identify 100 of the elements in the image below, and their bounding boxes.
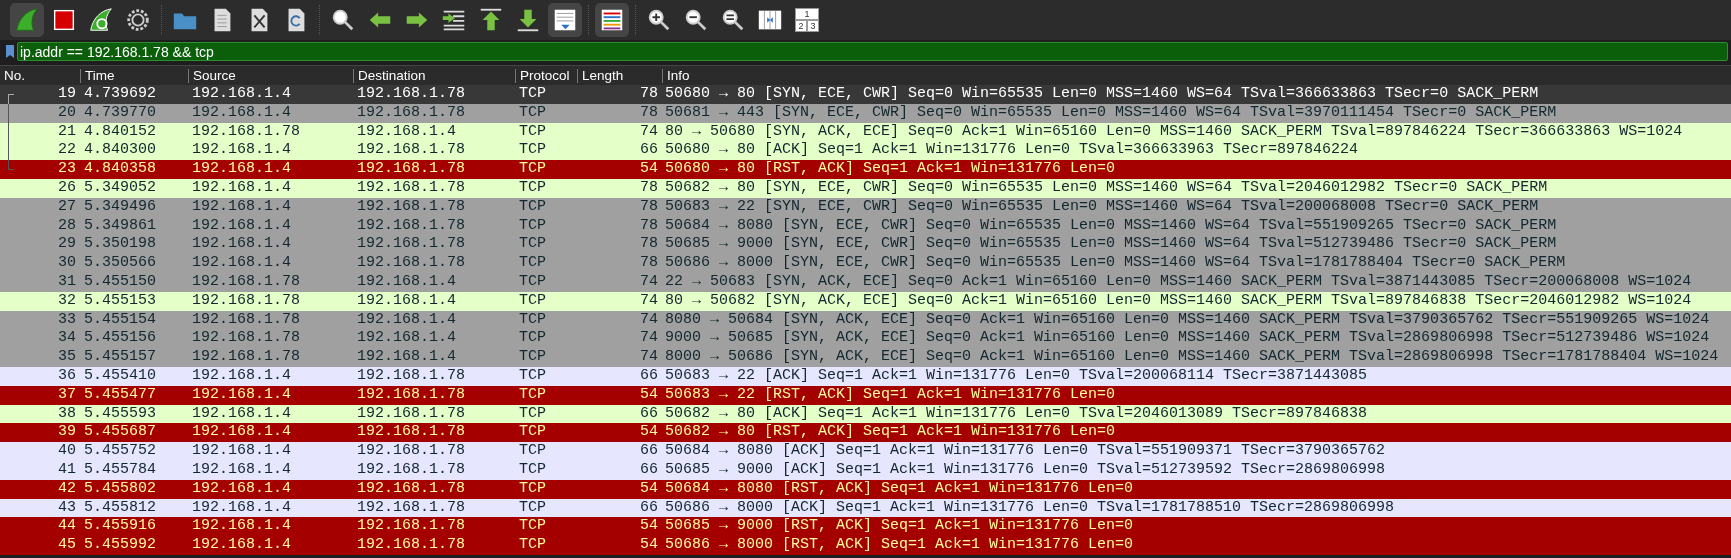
table-cell-text: 66 (639, 366, 659, 386)
table-cell: 19 (58, 85, 76, 104)
table-cell-text: 192.168.1.78 (356, 160, 467, 179)
table-cell: 29 (58, 235, 76, 255)
table-cell-text: 5.455812 (83, 498, 157, 518)
packet-row[interactable]: 40 5.455752 192.168.1.4 192.168.1.78 TCP 66 50684 → 8080 [ACK] Seq=1 Ack=1 Win=131776 Len=0 TSval=551909371 TSecr=3790365762 (0, 442, 1731, 461)
table-cell-text: 50686 → 8000 [RST, ACK] Seq=1 Ack=1 Win=131776 Len=0 (664, 536, 1135, 555)
table-cell: 44 (58, 517, 76, 537)
table-cell-text: 50685 → 9000 [ACK] Seq=1 Ack=1 Win=131776 Len=0 TSval=512739592 TSecr=2869806998 (664, 460, 1387, 480)
table-cell-text: 192.168.1.78 (191, 291, 302, 311)
table-cell-text: 66 (639, 404, 659, 424)
display-filter-field[interactable]: ip.addr == 192.168.1.78 && tcp (17, 42, 1728, 61)
table-cell-text: TCP (518, 366, 547, 386)
packet-row[interactable]: 35 5.455157 192.168.1.78 192.168.1.4 TCP 74 8000 → 50686 [SYN, ACK, ECE] Seq=0 Ack=1 Win=65160 Len=0 MSS=1460 SACK_PERM TSval=2869806998 TSecr=1781788404 WS=1024 (0, 348, 1731, 367)
packet-row[interactable]: 19 4.739692 192.168.1.4 192.168.1.78 TCP 78 50680 → 80 [SYN, ECE, CWR] Seq=0 Win=65535 Len=0 MSS=1460 WS=64 TSval=366633863 TSecr=0 SACK_PERM (0, 85, 1731, 104)
table-cell-text: 192.168.1.4 (356, 291, 458, 311)
bookmark-icon[interactable] (6, 45, 14, 58)
table-cell-text: 80 → 50680 [SYN, ACK, ECE] Seq=0 Ack=1 Win=65160 Len=0 MSS=1460 SACK_PERM TSval=897846224 TSecr=366633863 WS=1024 (664, 122, 1684, 142)
table-cell-text: 192.168.1.78 (356, 179, 467, 198)
packet-row[interactable]: 39 5.455687 192.168.1.4 192.168.1.78 TCP 54 50682 → 80 [RST, ACK] Seq=1 Ack=1 Win=131776 Len=0 (0, 423, 1731, 443)
table-cell-text: 50684 → 8080 [ACK] Seq=1 Ack=1 Win=131776 Len=0 TSval=551909371 TSecr=3790365762 (664, 442, 1387, 461)
table-cell-text: 192.168.1.78 (356, 216, 467, 236)
table-cell-text: 192.168.1.78 (356, 423, 467, 443)
packet-row[interactable]: 23 4.840358 192.168.1.4 192.168.1.78 TCP 54 50680 → 80 [RST, ACK] Seq=1 Ack=1 Win=131776 Len=0 (0, 160, 1731, 179)
table-cell-text: 54 (639, 160, 659, 179)
table-cell-text: 5.455477 (83, 385, 157, 405)
table-cell-text: 78 (639, 197, 659, 217)
column-header[interactable]: Length (577, 68, 662, 83)
table-cell-text: 192.168.1.4 (356, 272, 458, 292)
packet-row[interactable]: 29 5.350198 192.168.1.4 192.168.1.78 TCP 78 50685 → 9000 [SYN, ECE, CWR] Seq=0 Win=65535 Len=0 MSS=1460 WS=64 TSval=512739486 TSecr=0 SACK_PERM (0, 235, 1731, 255)
packet-row[interactable]: 30 5.350566 192.168.1.4 192.168.1.78 TCP 78 50686 → 8000 [SYN, ECE, CWR] Seq=0 Win=65535 Len=0 MSS=1460 WS=64 TSval=1781788404 TSecr=0 SACK_PERM (0, 254, 1731, 273)
table-cell-text: 192.168.1.78 (356, 197, 467, 217)
table-cell-text: 50682 → 80 [RST, ACK] Seq=1 Ack=1 Win=131776 Len=0 (664, 423, 1117, 443)
table-cell-text: 80 → 50682 [SYN, ACK, ECE] Seq=0 Ack=1 Win=65160 Len=0 MSS=1460 SACK_PERM TSval=897846838 TSecr=2046012982 WS=1024 (664, 291, 1693, 311)
table-cell: 35 (58, 348, 76, 367)
table-cell-text: 192.168.1.4 (356, 122, 458, 142)
table-cell-text: TCP (518, 272, 547, 292)
table-cell-text: 192.168.1.78 (191, 310, 302, 330)
table-cell-text: TCP (518, 385, 547, 405)
table-cell-text: 50680 → 80 [ACK] Seq=1 Ack=1 Win=131776 Len=0 TSval=366633963 TSecr=897846224 (664, 141, 1360, 161)
table-cell-text: 5.455150 (83, 272, 157, 292)
table-cell-text: 8000 → 50686 [SYN, ACK, ECE] Seq=0 Ack=1 Win=65160 Len=0 MSS=1460 SACK_PERM TSval=2869806998 TSecr=1781788404 WS=1024 (664, 348, 1720, 367)
table-cell-text: TCP (518, 85, 547, 104)
table-cell-text: TCP (518, 329, 547, 349)
table-cell-text: TCP (518, 235, 547, 255)
column-header[interactable]: Info (662, 68, 1731, 83)
table-cell-text: TCP (518, 179, 547, 198)
table-cell-text: 5.455992 (83, 536, 157, 555)
table-cell-text: 74 (639, 329, 659, 349)
table-cell-text: 192.168.1.78 (356, 235, 467, 255)
toolbar-button[interactable] (548, 3, 582, 37)
table-cell-text: TCP (518, 197, 547, 217)
table-cell-text: TCP (518, 141, 547, 161)
table-cell-text: 192.168.1.78 (191, 329, 302, 349)
table-cell: 37 (58, 385, 76, 405)
table-cell: 26 (58, 179, 76, 198)
column-header[interactable]: Time (80, 68, 188, 83)
table-cell-text: 192.168.1.4 (191, 498, 293, 518)
column-header[interactable]: No. (0, 68, 80, 83)
table-cell-text: 192.168.1.4 (356, 310, 458, 330)
table-cell: 41 (58, 460, 76, 480)
packet-row[interactable]: 44 5.455916 192.168.1.4 192.168.1.78 TCP 54 50685 → 9000 [RST, ACK] Seq=1 Ack=1 Win=131776 Len=0 (0, 517, 1731, 537)
table-cell-text: 192.168.1.4 (191, 235, 293, 255)
table-cell-text: 9000 → 50685 [SYN, ACK, ECE] Seq=0 Ack=1 Win=65160 Len=0 MSS=1460 SACK_PERM TSval=2869806998 TSecr=512739486 WS=1024 (664, 329, 1711, 349)
column-header[interactable]: Source (188, 68, 353, 83)
table-cell-text: 4.739692 (83, 85, 157, 104)
toolbar-button[interactable] (595, 3, 629, 37)
table-cell-text: 74 (639, 310, 659, 330)
column-header[interactable]: Destination (353, 68, 515, 83)
table-cell: 23 (58, 160, 76, 179)
table-cell-text: 192.168.1.78 (356, 141, 467, 161)
packet-row[interactable]: 22 4.840300 192.168.1.4 192.168.1.78 TCP 66 50680 → 80 [ACK] Seq=1 Ack=1 Win=131776 Len=0 TSval=366633963 TSecr=897846224 (0, 141, 1731, 161)
table-cell-text: 78 (639, 254, 659, 273)
table-cell: 40 (58, 442, 76, 461)
table-cell-text: 50683 → 22 [RST, ACK] Seq=1 Ack=1 Win=131776 Len=0 (664, 385, 1117, 405)
table-cell-text: TCP (518, 291, 547, 311)
table-cell-text: 54 (639, 536, 659, 555)
table-cell-text: TCP (518, 479, 547, 499)
table-cell: 32 (58, 291, 76, 311)
table-cell-text: TCP (518, 348, 547, 367)
table-cell-text: 54 (639, 479, 659, 499)
table-cell-text: TCP (518, 254, 547, 273)
column-header[interactable]: Protocol (515, 68, 577, 83)
table-cell-text: 192.168.1.4 (191, 442, 293, 461)
table-cell-text: 74 (639, 348, 659, 367)
packet-row[interactable]: 34 5.455156 192.168.1.78 192.168.1.4 TCP 74 9000 → 50685 [SYN, ACK, ECE] Seq=0 Ack=1 Win=65160 Len=0 MSS=1460 SACK_PERM TSval=2869806998 TSecr=512739486 WS=1024 (0, 329, 1731, 349)
table-cell-text: 192.168.1.4 (191, 517, 293, 537)
table-cell-text: 192.168.1.78 (191, 272, 302, 292)
table-cell-text: 192.168.1.78 (356, 536, 467, 555)
table-cell-text: TCP (518, 404, 547, 424)
table-cell-text: 4.840358 (83, 160, 157, 179)
table-cell-text: 50682 → 80 [ACK] Seq=1 Ack=1 Win=131776 Len=0 TSval=2046013089 TSecr=897846838 (664, 404, 1369, 424)
packet-row[interactable]: 45 5.455992 192.168.1.4 192.168.1.78 TCP 54 50686 → 8000 [RST, ACK] Seq=1 Ack=1 Win=131776 Len=0 (0, 536, 1731, 555)
table-cell-text: 50683 → 22 [ACK] Seq=1 Ack=1 Win=131776 Len=0 TSval=200068114 TSecr=3871443085 (664, 366, 1369, 386)
table-cell-text: 5.455687 (83, 423, 157, 443)
table-cell: 20 (58, 103, 76, 123)
table-cell-text: 8080 → 50684 [SYN, ACK, ECE] Seq=0 Ack=1 Win=65160 Len=0 MSS=1460 SACK_PERM TSval=3790365762 TSecr=551909265 WS=1024 (664, 310, 1711, 330)
shark-fin-restart-icon (87, 6, 115, 34)
table-cell-text: 78 (639, 85, 659, 104)
table-cell-text: 54 (639, 385, 659, 405)
